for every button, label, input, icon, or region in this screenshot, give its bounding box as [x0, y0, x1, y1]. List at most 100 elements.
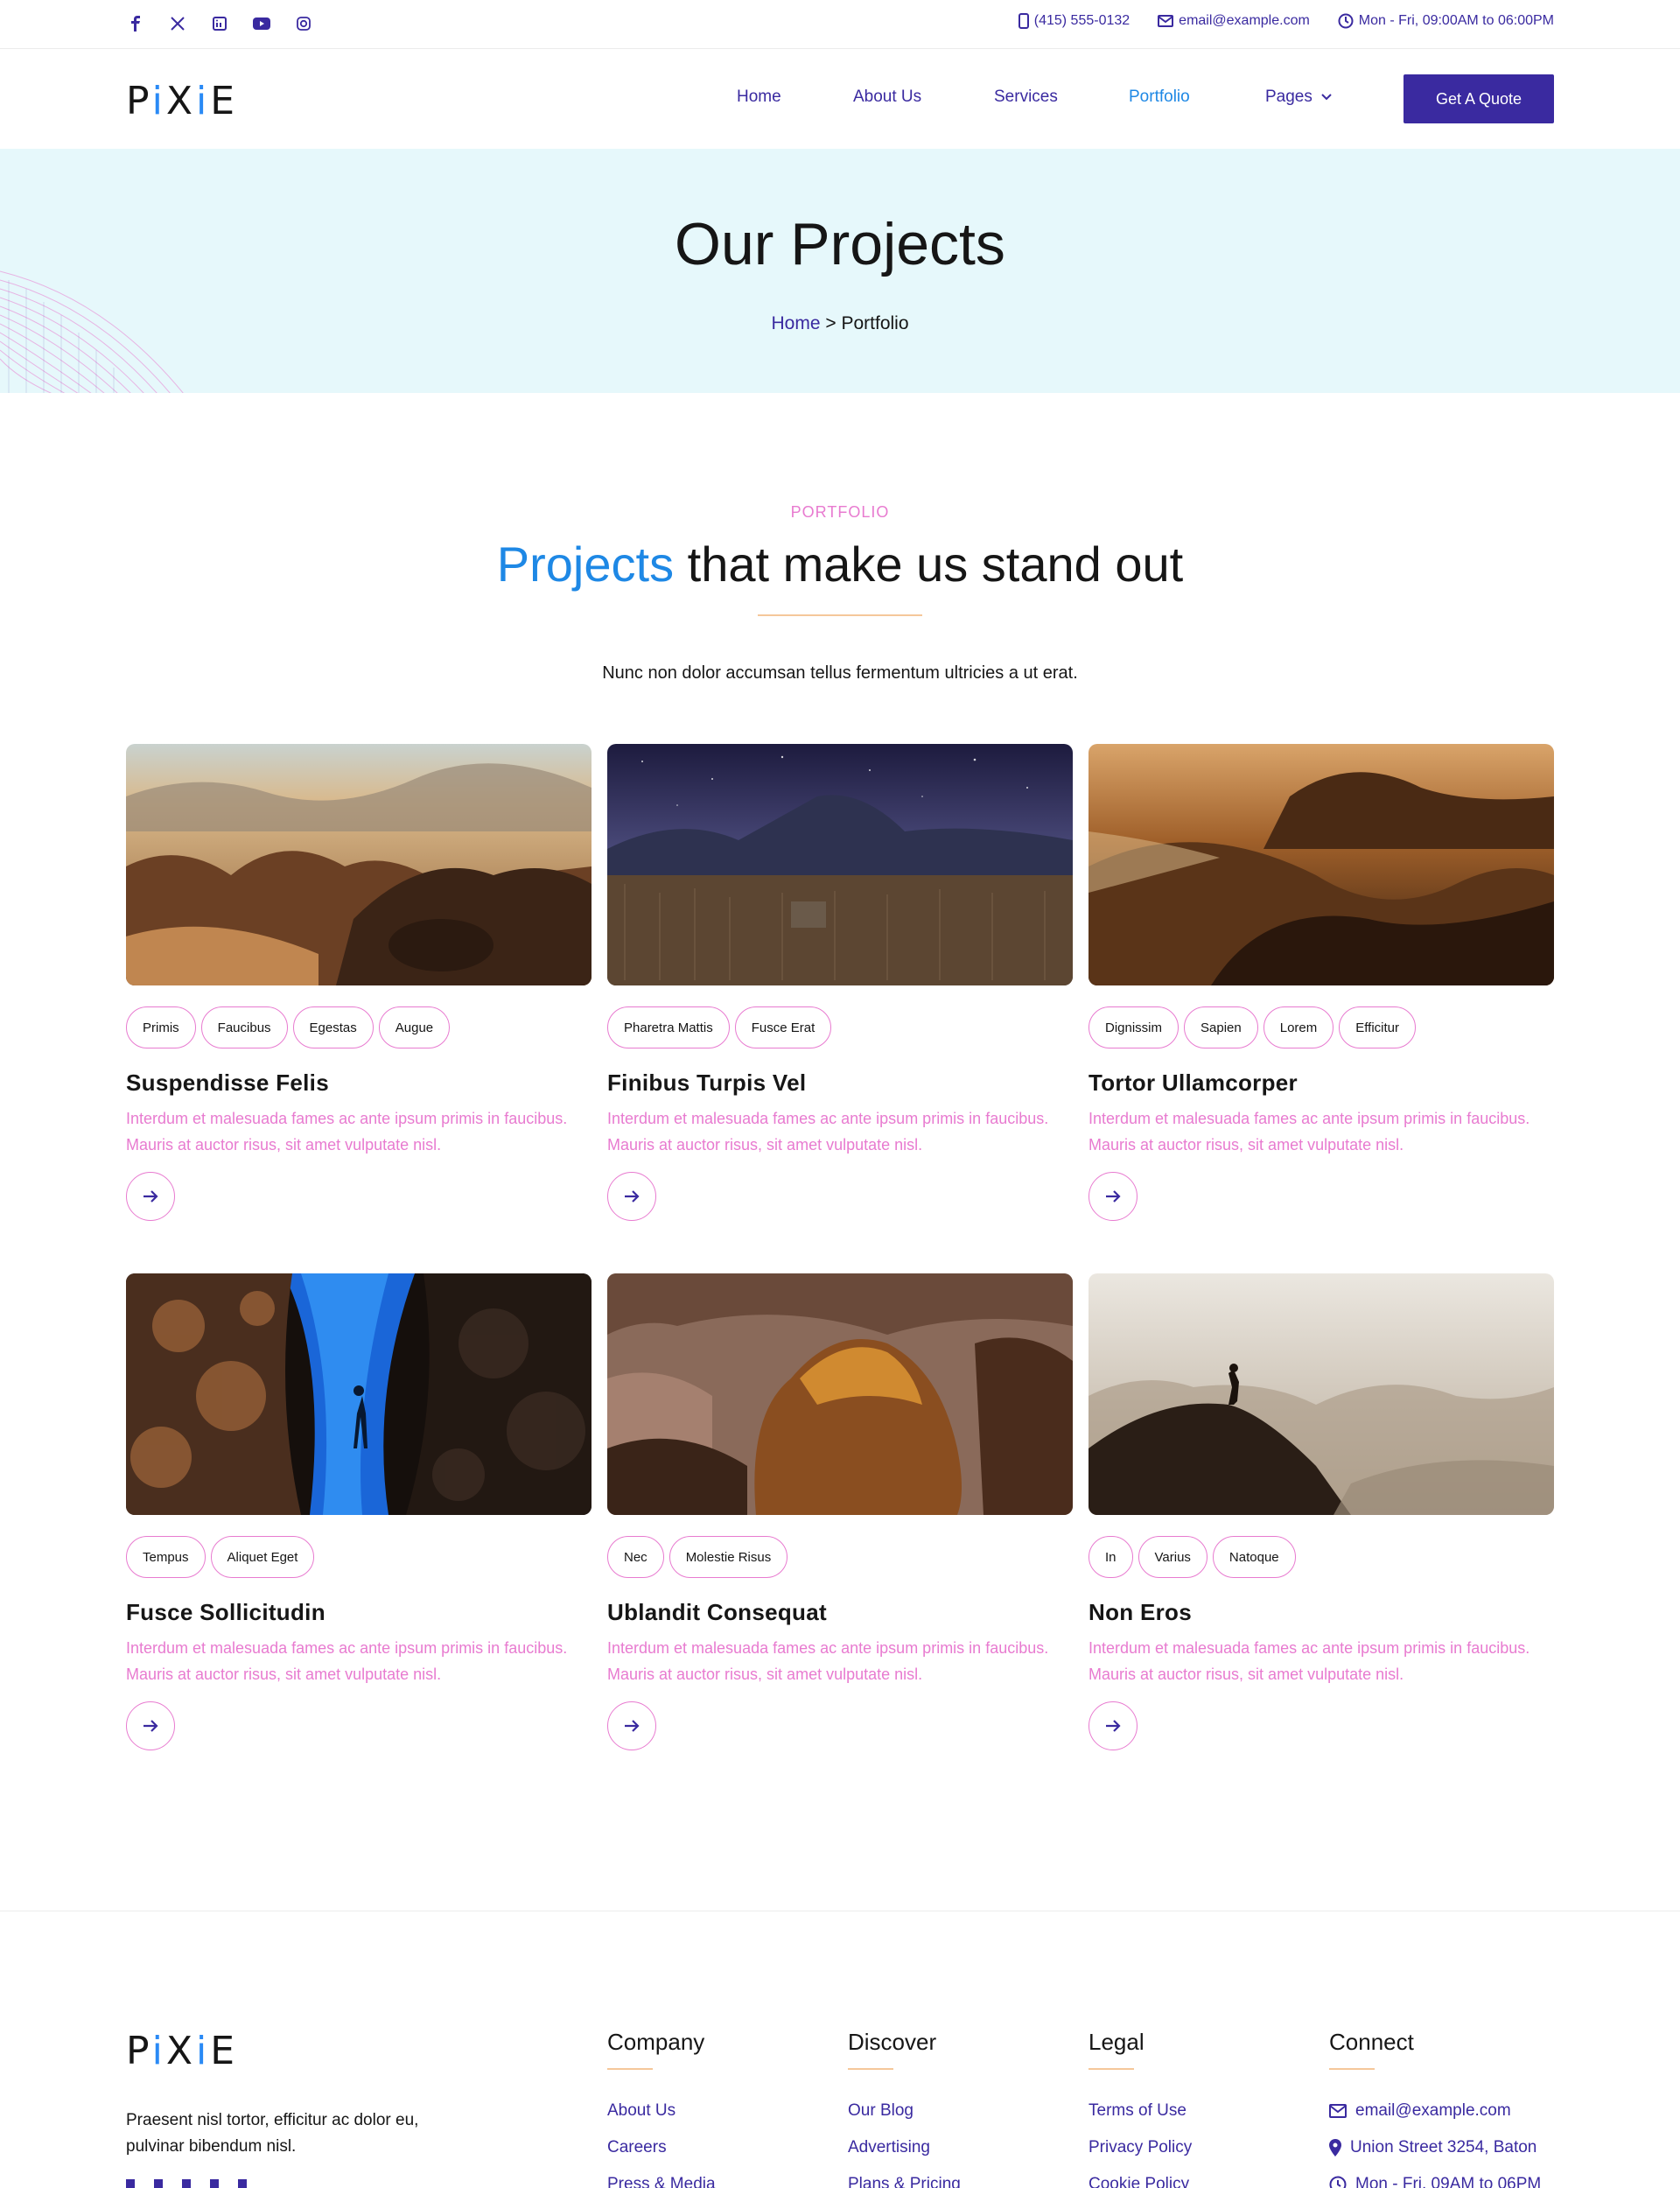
x-icon[interactable] [168, 14, 187, 33]
tag[interactable]: Pharetra Mattis [607, 1006, 730, 1048]
email-item[interactable]: email@example.com [1158, 13, 1310, 29]
tag[interactable]: Tempus [126, 1536, 206, 1578]
tag[interactable]: Dignissim [1088, 1006, 1180, 1048]
footer-address[interactable]: Union Street 3254, Baton [1329, 2129, 1541, 2166]
project-title[interactable]: Ublandit Consequat [607, 1599, 1073, 1626]
project-link-button[interactable] [607, 1172, 656, 1221]
phone-item[interactable]: (415) 555-0132 [1018, 13, 1130, 29]
x-icon[interactable] [154, 2179, 163, 2188]
footer-link[interactable]: Terms of Use [1088, 2093, 1192, 2129]
envelope-icon [1329, 2104, 1347, 2118]
tag-list: In Varius Natoque [1088, 1536, 1554, 1578]
tag[interactable]: Egestas [292, 1006, 374, 1048]
tag[interactable]: Fusce Erat [734, 1006, 832, 1048]
nav-portfolio[interactable]: Portfolio [1129, 88, 1190, 107]
email-text: email@example.com [1179, 13, 1310, 28]
tag[interactable]: Aliquet Eget [210, 1536, 315, 1578]
project-image-underwater-diver[interactable] [126, 1273, 592, 1515]
tag[interactable]: Primis [126, 1006, 196, 1048]
footer-column-title: Connect [1329, 2029, 1414, 2055]
tag[interactable]: Molestie Risus [668, 1536, 788, 1578]
footer-social-links [126, 2179, 247, 2188]
facebook-icon[interactable] [126, 2179, 135, 2188]
tag[interactable]: Efficitur [1339, 1006, 1417, 1048]
tag[interactable]: Varius [1138, 1536, 1208, 1578]
breadcrumb: Home > Portfolio [0, 313, 1680, 334]
footer-link[interactable]: Privacy Policy [1088, 2129, 1192, 2166]
project-description: Interdum et malesuada fames ac ante ipsu… [126, 1110, 568, 1154]
logo[interactable]: PiXiE [126, 79, 238, 123]
project-description: Interdum et malesuada fames ac ante ipsu… [126, 1639, 568, 1683]
project-link-button[interactable] [607, 1701, 656, 1750]
project-image-desert-rocks[interactable] [126, 744, 592, 985]
tag-list: Primis Faucibus Egestas Augue [126, 1006, 592, 1048]
main-header: PiXiE Home About Us Services Portfolio P… [0, 49, 1680, 149]
footer-link[interactable]: Our Blog [848, 2093, 961, 2129]
page-hero: Our Projects Home > Portfolio [0, 149, 1680, 393]
footer-hours: Mon - Fri, 09AM to 06PM [1329, 2166, 1541, 2188]
footer-address-text: Union Street 3254, Baton [1350, 2138, 1537, 2156]
instagram-icon[interactable] [238, 2179, 247, 2188]
project-image-sunset-ridge[interactable] [1088, 744, 1554, 985]
clock-icon [1329, 2176, 1347, 2188]
tag[interactable]: In [1088, 1536, 1133, 1578]
project-title[interactable]: Fusce Sollicitudin [126, 1599, 592, 1626]
footer-link[interactable]: Plans & Pricing [848, 2166, 961, 2188]
breadcrumb-home[interactable]: Home [771, 313, 820, 333]
youtube-icon[interactable] [252, 14, 271, 33]
project-link-button[interactable] [126, 1701, 175, 1750]
project-image-night-mountains[interactable] [607, 744, 1073, 985]
project-link-button[interactable] [1088, 1172, 1138, 1221]
project-title[interactable]: Finibus Turpis Vel [607, 1069, 1073, 1097]
nav-services[interactable]: Services [994, 88, 1058, 107]
footer-column-connect: Connect email@example.com Union Street 3… [1329, 2029, 1541, 2188]
hours-item: Mon - Fri, 09:00AM to 06:00PM [1338, 13, 1554, 29]
footer-link[interactable]: Press & Media [607, 2166, 716, 2188]
footer-logo[interactable]: PiXiE [126, 2029, 238, 2073]
project-card: Nec Molestie Risus Ublandit Consequat In… [607, 1273, 1073, 1750]
project-title[interactable]: Suspendisse Felis [126, 1069, 592, 1097]
project-title[interactable]: Non Eros [1088, 1599, 1554, 1626]
project-title[interactable]: Tortor Ullamcorper [1088, 1069, 1554, 1097]
phone-icon [1018, 13, 1029, 29]
tag[interactable]: Natoque [1212, 1536, 1296, 1578]
breadcrumb-current: Portfolio [841, 313, 909, 333]
footer-column-company: Company About Us Careers Press & Media [607, 2029, 716, 2188]
footer-link[interactable]: Cookie Policy [1088, 2166, 1192, 2188]
nav-pages[interactable]: Pages [1265, 88, 1332, 107]
footer-column-underline [1329, 2068, 1375, 2070]
footer-column-title: Company [607, 2029, 705, 2055]
project-image-sandstone-rock[interactable] [607, 1273, 1073, 1515]
get-quote-button[interactable]: Get A Quote [1404, 74, 1554, 123]
project-image-hiker-hill[interactable] [1088, 1273, 1554, 1515]
tag[interactable]: Faucibus [200, 1006, 288, 1048]
project-card: Pharetra Mattis Fusce Erat Finibus Turpi… [607, 744, 1073, 1221]
footer-link[interactable]: Advertising [848, 2129, 961, 2166]
footer-email-text: email@example.com [1355, 2101, 1511, 2120]
section-eyebrow: PORTFOLIO [790, 503, 890, 521]
facebook-icon[interactable] [126, 14, 145, 33]
nav-home[interactable]: Home [737, 88, 781, 107]
tag[interactable]: Sapien [1184, 1006, 1258, 1048]
youtube-icon[interactable] [210, 2179, 219, 2188]
footer-email-link[interactable]: email@example.com [1329, 2093, 1541, 2129]
project-link-button[interactable] [126, 1172, 175, 1221]
clock-icon [1338, 13, 1354, 29]
project-link-button[interactable] [1088, 1701, 1138, 1750]
project-description: Interdum et malesuada fames ac ante ipsu… [1088, 1110, 1530, 1154]
tag[interactable]: Lorem [1263, 1006, 1334, 1048]
arrow-right-icon [625, 1720, 640, 1732]
tag[interactable]: Nec [607, 1536, 664, 1578]
location-pin-icon [1329, 2139, 1341, 2156]
footer-description: Praesent nisl tortor, efficitur ac dolor… [126, 2111, 419, 2156]
linkedin-icon[interactable] [182, 2179, 191, 2188]
nav-about-us[interactable]: About Us [853, 88, 921, 107]
footer-link[interactable]: Careers [607, 2129, 716, 2166]
linkedin-icon[interactable] [210, 14, 229, 33]
instagram-icon[interactable] [294, 14, 313, 33]
tag[interactable]: Augue [378, 1006, 451, 1048]
footer-column-discover: Discover Our Blog Advertising Plans & Pr… [848, 2029, 961, 2188]
tag-list: Dignissim Sapien Lorem Efficitur [1088, 1006, 1554, 1048]
arrow-right-icon [144, 1190, 158, 1203]
footer-link[interactable]: About Us [607, 2093, 716, 2129]
